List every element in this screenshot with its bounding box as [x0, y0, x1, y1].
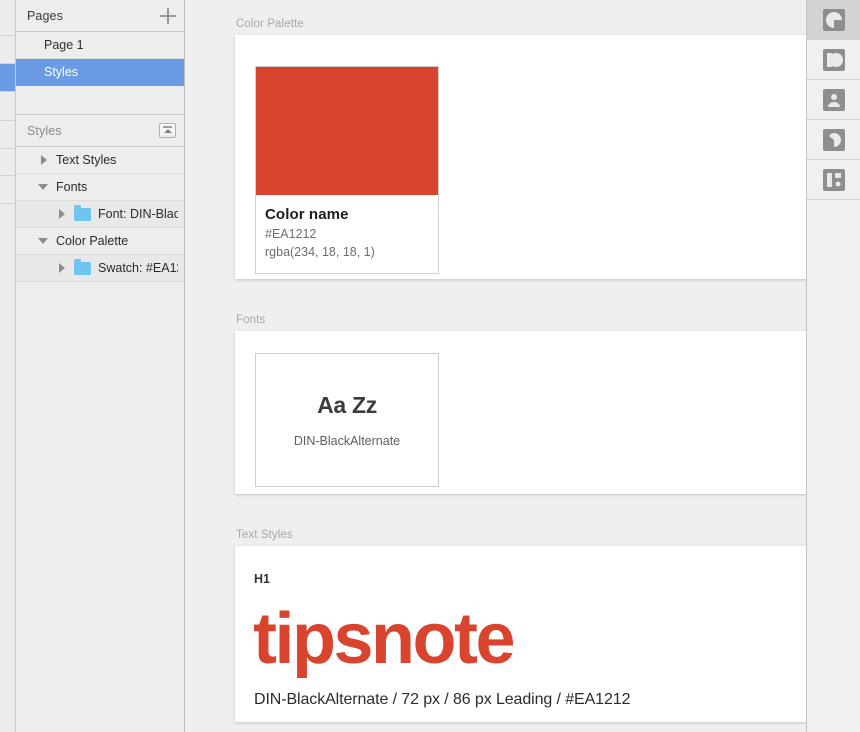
text-style-spec: DIN-BlackAlternate / 72 px / 86 px Leadi…: [254, 691, 631, 708]
inspector-styles-icon: [822, 8, 845, 31]
artboard-surface[interactable]: H1 tipsnote DIN-BlackAlternate / 72 px /…: [235, 546, 806, 722]
inspector-rail-filler: [807, 200, 860, 732]
layer-label: Fonts: [56, 180, 88, 194]
font-specimen-card[interactable]: Aa Zz DIN-BlackAlternate: [255, 353, 439, 487]
layer-row-swatch-ea1212[interactable]: Swatch: #EA12...: [16, 255, 184, 282]
artboard-text-styles: Text Styles H1 tipsnote DIN-BlackAlterna…: [235, 529, 806, 722]
strip-segment-selected[interactable]: [0, 64, 15, 92]
pages-list: Page 1 Styles: [16, 32, 184, 115]
artboard-surface[interactable]: Aa Zz DIN-BlackAlternate: [235, 331, 806, 494]
strip-segment: [0, 92, 15, 121]
collapse-icon-arrow: [163, 128, 172, 133]
swatch-hex-value: #EA1212: [265, 227, 317, 241]
inspector-shape-icon: [822, 128, 845, 151]
artboard-label[interactable]: Text Styles: [235, 529, 806, 541]
chevron-right-icon[interactable]: [56, 208, 68, 220]
page-list-item-page-1[interactable]: Page 1: [16, 32, 184, 59]
page-list-item-styles[interactable]: Styles: [16, 59, 184, 86]
layer-row-text-styles[interactable]: Text Styles: [16, 147, 184, 174]
strip-segment: [0, 149, 15, 176]
left-edge-strip: [0, 0, 16, 732]
collapse-panel-icon[interactable]: [159, 123, 176, 138]
color-swatch-card[interactable]: Color name #EA1212 rgba(234, 18, 18, 1): [255, 66, 439, 274]
pages-list-filler: [16, 86, 184, 115]
strip-segment: [0, 176, 15, 204]
layers-panel-title: Styles: [27, 123, 62, 138]
strip-segment: [0, 0, 15, 36]
layer-row-fonts[interactable]: Fonts: [16, 174, 184, 201]
chevron-right-icon[interactable]: [56, 262, 68, 274]
inspector-layout-button[interactable]: [807, 40, 860, 80]
inspector-components-icon: [822, 168, 845, 191]
chevron-down-icon[interactable]: [38, 235, 50, 247]
artboard-label[interactable]: Fonts: [235, 314, 806, 326]
layers-panel-header: Styles: [16, 115, 184, 147]
sketch-window: Pages Page 1 Styles Styles Text Styles F…: [0, 0, 860, 732]
strip-segment: [0, 36, 15, 64]
inspector-components-button[interactable]: [807, 160, 860, 200]
text-style-sample: tipsnote: [253, 599, 515, 679]
layer-label: Color Palette: [56, 234, 129, 248]
chevron-down-icon[interactable]: [38, 181, 50, 193]
layer-row-color-palette[interactable]: Color Palette: [16, 228, 184, 255]
layer-label: Text Styles: [56, 153, 117, 167]
page-item-label: Styles: [44, 65, 79, 79]
swatch-name: Color name: [265, 206, 349, 223]
add-page-icon[interactable]: [160, 7, 176, 24]
inspector-shape-button[interactable]: [807, 120, 860, 160]
text-style-tag: H1: [254, 572, 270, 586]
inspector-rail: [806, 0, 860, 732]
artboard-label[interactable]: Color Palette: [235, 18, 806, 30]
pages-panel-header: Pages: [16, 0, 184, 32]
page-item-label: Page 1: [44, 38, 84, 52]
inspector-symbol-icon: [822, 88, 845, 111]
swatch-color-fill: [256, 67, 438, 195]
inspector-layout-icon: [822, 48, 845, 71]
layer-row-font-din-black[interactable]: Font: DIN-Blac...: [16, 201, 184, 228]
canvas[interactable]: Color Palette Color name #EA1212 rgba(23…: [185, 0, 806, 732]
font-name-label: DIN-BlackAlternate: [293, 434, 401, 448]
inspector-styles-button[interactable]: [807, 0, 860, 40]
inspector-symbol-button[interactable]: [807, 80, 860, 120]
folder-icon: [74, 258, 91, 275]
artboard-fonts: Fonts Aa Zz DIN-BlackAlternate: [235, 314, 806, 494]
swatch-rgba-value: rgba(234, 18, 18, 1): [265, 245, 375, 259]
collapse-icon-bar: [163, 126, 172, 128]
left-sidebar: Pages Page 1 Styles Styles Text Styles F…: [16, 0, 185, 732]
chevron-right-icon[interactable]: [38, 154, 50, 166]
swatch-metadata: Color name #EA1212 rgba(234, 18, 18, 1): [256, 195, 438, 259]
strip-segment: [0, 121, 15, 149]
font-sample-text: Aa Zz: [317, 392, 377, 418]
layer-label: Swatch: #EA12...: [98, 261, 178, 275]
layers-list: Text Styles Fonts Font: DIN-Blac... Colo…: [16, 147, 184, 732]
artboard-surface[interactable]: Color name #EA1212 rgba(234, 18, 18, 1): [235, 35, 806, 279]
folder-icon: [74, 204, 91, 221]
pages-panel-title: Pages: [27, 8, 63, 23]
artboard-color-palette: Color Palette Color name #EA1212 rgba(23…: [235, 18, 806, 279]
layer-label: Font: DIN-Blac...: [98, 207, 178, 221]
